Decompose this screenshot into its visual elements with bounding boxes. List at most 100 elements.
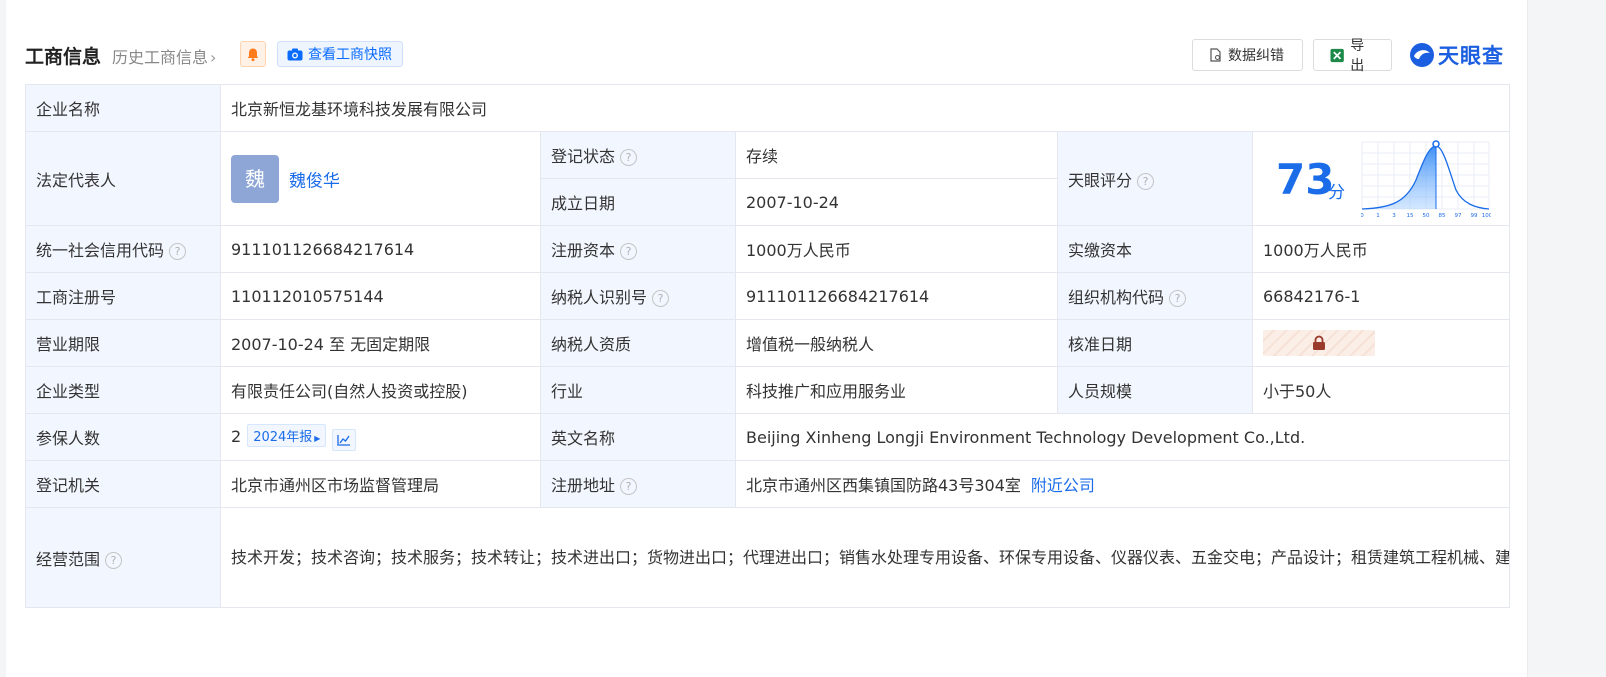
term-value: 2007-10-24 至 无固定期限: [220, 319, 541, 367]
credit-code-label: 统一社会信用代码: [36, 241, 165, 260]
table-row: 营业期限 2007-10-24 至 无固定期限 纳税人资质 增值税一般纳税人 核…: [25, 319, 1511, 367]
table-row: 法定代表人 魏魏俊华 登记状态? 存续 天眼评分? 73 分 1 3 15 50…: [25, 131, 1511, 226]
brand-logo[interactable]: 天眼查: [1409, 40, 1504, 70]
reg-status-label: 登记状态: [551, 147, 616, 166]
help-icon[interactable]: ?: [169, 243, 187, 260]
address-label-cell: 注册地址?: [540, 460, 736, 508]
reg-capital-label: 注册资本: [551, 241, 616, 260]
table-row: 统一社会信用代码? 911101126684217614 注册资本? 1000万…: [25, 225, 1511, 273]
snapshot-button-label: 查看工商快照: [308, 47, 392, 63]
paid-capital-value: 1000万人民币: [1251, 225, 1511, 273]
credit-code-label-cell: 统一社会信用代码?: [25, 225, 221, 273]
insured-cell: 2 2024年报 ▶: [220, 413, 541, 461]
taxpayer-id-label-cell: 纳税人识别号?: [540, 272, 736, 320]
export-label: 导出: [1350, 38, 1365, 74]
approve-date-label: 核准日期: [1057, 319, 1253, 367]
address-label: 注册地址: [551, 476, 616, 495]
data-correction-button[interactable]: 数据纠错: [1192, 39, 1303, 71]
score-axis-tick: 1: [1376, 213, 1380, 219]
section-title: 工商信息: [25, 46, 102, 68]
score-label-cell: 天眼评分?: [1057, 131, 1253, 226]
score-cell[interactable]: 73 分 1 3 15 50 85 97 99 10: [1251, 131, 1511, 226]
company-name-value: 北京新恒龙基环境科技发展有限公司: [219, 84, 1511, 132]
score-axis-tick: 97: [1455, 213, 1462, 219]
score-axis-tick: 15: [1407, 213, 1414, 219]
locked-value[interactable]: [1263, 330, 1375, 356]
help-icon[interactable]: ?: [652, 290, 670, 307]
help-icon[interactable]: ?: [620, 478, 638, 495]
industry-value: 科技推广和应用服务业: [735, 366, 1058, 414]
legal-rep-link[interactable]: 魏俊华: [289, 171, 340, 191]
score-unit: 分: [1328, 183, 1345, 203]
industry-label: 行业: [540, 366, 736, 414]
score-axis-tick: 100: [1482, 213, 1491, 219]
camera-icon: [287, 48, 303, 60]
help-icon[interactable]: ?: [620, 149, 638, 166]
en-name-value: Beijing Xinheng Longji Environment Techn…: [734, 413, 1511, 461]
score-axis-tick: 85: [1439, 213, 1446, 219]
logo-icon: [1410, 43, 1434, 67]
monitor-button[interactable]: [240, 41, 266, 67]
org-code-label: 组织机构代码: [1068, 288, 1165, 307]
score-label: 天眼评分: [1068, 170, 1133, 190]
table-row: 工商注册号 110112010575144 纳税人识别号? 9111011266…: [25, 272, 1511, 320]
logo-text: 天眼查: [1438, 44, 1504, 68]
chevron-right-icon: ›: [210, 48, 217, 67]
term-label: 营业期限: [25, 319, 221, 367]
org-code-value: 66842176-1: [1251, 272, 1511, 320]
authority-value: 北京市通州区市场监督管理局: [220, 460, 541, 508]
bell-icon: [247, 48, 259, 61]
type-label: 企业类型: [25, 366, 221, 414]
help-icon[interactable]: ?: [1169, 290, 1187, 307]
trend-chart-button[interactable]: [332, 428, 357, 451]
legal-rep-cell: 魏魏俊华: [220, 131, 541, 226]
legal-rep-label: 法定代表人: [25, 131, 221, 226]
table-row: 企业名称 北京新恒龙基环境科技发展有限公司: [25, 84, 1511, 132]
history-info-link[interactable]: 历史工商信息 ›: [112, 44, 216, 68]
reg-no-value: 110112010575144: [220, 272, 541, 320]
address-value: 北京市通州区西集镇国防路43号304室: [746, 476, 1021, 495]
staff-label: 人员规模: [1057, 366, 1253, 414]
taxpayer-qual-value: 增值税一般纳税人: [735, 319, 1058, 367]
help-icon[interactable]: ?: [1137, 172, 1155, 190]
section-header: 工商信息 历史工商信息 › 查看工商快照 数据纠错 导出 天眼查: [25, 38, 1509, 74]
nearby-companies-link[interactable]: 附近公司: [1031, 476, 1095, 495]
page-right-gutter: [1527, 0, 1606, 677]
reg-capital-label-cell: 注册资本?: [540, 225, 736, 273]
annual-report-tag[interactable]: 2024年报 ▶: [247, 423, 327, 447]
document-icon: [1210, 48, 1221, 62]
excel-icon: [1330, 48, 1344, 62]
scope-label: 经营范围: [36, 549, 101, 569]
score-axis-tick: 3: [1392, 213, 1396, 219]
table-row: 参保人数 2 2024年报 ▶ 英文名称 Beijing Xinheng Longj…: [25, 413, 1511, 461]
trend-icon: [337, 434, 351, 446]
score-axis-tick: 50: [1423, 213, 1430, 219]
export-button[interactable]: 导出: [1313, 38, 1392, 74]
score-axis-tick: 99: [1471, 213, 1478, 219]
table-row: 经营范围? 技术开发；技术咨询；技术服务；技术转让；技术进出口；货物进出口；代理…: [25, 507, 1511, 608]
scope-label-cell: 经营范围?: [25, 507, 221, 608]
reg-status-label-cell: 登记状态?: [540, 131, 736, 179]
credit-code-value: 911101126684217614: [220, 225, 541, 273]
help-icon[interactable]: ?: [105, 551, 123, 569]
address-cell: 北京市通州区西集镇国防路43号304室 附近公司: [734, 460, 1511, 508]
score-distribution-chart: 0 1 3 15 50 85 97 99 100: [1361, 140, 1491, 219]
reg-capital-value: 1000万人民币: [735, 225, 1058, 273]
est-date-label: 成立日期: [540, 178, 736, 226]
scope-value: 技术开发；技术咨询；技术服务；技术转让；技术进出口；货物进出口；代理进出口；销售…: [219, 507, 1511, 608]
reg-status-value: 存续: [735, 131, 1058, 179]
avatar[interactable]: 魏: [231, 154, 279, 203]
taxpayer-id-value: 911101126684217614: [735, 272, 1058, 320]
score-axis-tick: 0: [1361, 213, 1364, 219]
company-name-label: 企业名称: [25, 84, 221, 132]
score-marker-dot: [1432, 140, 1440, 148]
distribution-area: [1362, 146, 1436, 209]
score-value: 73: [1276, 155, 1335, 204]
taxpayer-qual-label: 纳税人资质: [540, 319, 736, 367]
help-icon[interactable]: ?: [620, 243, 638, 260]
org-code-label-cell: 组织机构代码?: [1057, 272, 1253, 320]
paid-capital-label: 实缴资本: [1057, 225, 1253, 273]
annual-report-label: 2024年报: [253, 429, 313, 445]
snapshot-button[interactable]: 查看工商快照: [277, 41, 403, 67]
page-left-edge: [0, 0, 6, 677]
